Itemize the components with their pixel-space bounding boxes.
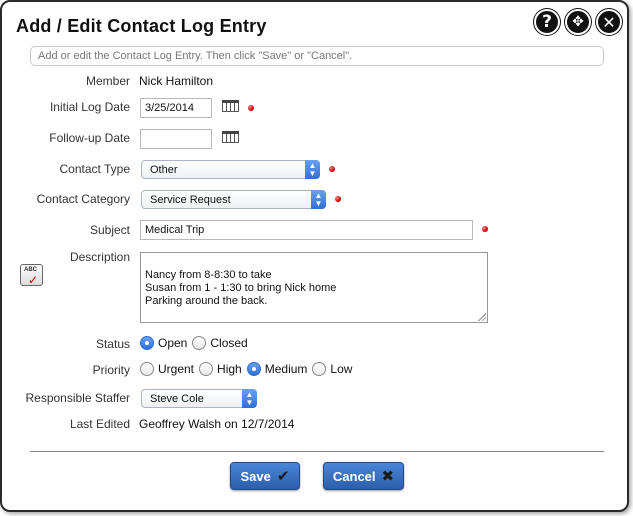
- contact-category-label: Contact Category: [36, 192, 130, 206]
- last-edited-value: Geoffrey Walsh on 12/7/2014: [139, 417, 295, 431]
- priority-option-label: Low: [330, 362, 353, 376]
- radio-unselected-icon[interactable]: [312, 362, 327, 376]
- dialog-controls: ? ✥ ✕: [534, 9, 622, 35]
- status-option-label: Open: [158, 336, 188, 350]
- spellcheck-icon[interactable]: ABC ✓: [20, 264, 43, 287]
- status-option-closed[interactable]: Closed: [192, 336, 248, 350]
- divider: [30, 451, 604, 452]
- select-arrows-icon: ▲ ▼: [242, 389, 257, 408]
- member-value: Nick Hamilton: [139, 74, 214, 88]
- priority-option-high[interactable]: High: [199, 362, 242, 376]
- priority-option-label: High: [217, 362, 242, 376]
- required-indicator-icon: [329, 166, 335, 172]
- select-arrows-icon: ▲ ▼: [305, 160, 320, 179]
- contact-category-select[interactable]: Service Request ▲ ▼: [141, 190, 326, 209]
- radio-unselected-icon[interactable]: [140, 362, 154, 376]
- responsible-staffer-select[interactable]: Steve Cole ▲ ▼: [141, 389, 257, 408]
- priority-option-low[interactable]: Low: [312, 362, 352, 376]
- resize-grip-icon[interactable]: [478, 313, 486, 321]
- contact-type-value: Other: [150, 164, 178, 176]
- radio-selected-icon[interactable]: [140, 336, 154, 350]
- initial-log-date-label: Initial Log Date: [49, 100, 130, 114]
- responsible-staffer-label: Responsible Staffer: [25, 391, 130, 405]
- initial-log-date-field[interactable]: 3/25/2014: [140, 98, 212, 118]
- subject-label: Subject: [89, 223, 130, 237]
- subject-field[interactable]: Medical Trip: [140, 220, 473, 240]
- responsible-staffer-value: Steve Cole: [150, 393, 204, 405]
- status-label: Status: [95, 337, 130, 351]
- priority-option-label: Urgent: [158, 362, 195, 376]
- contact-type-select[interactable]: Other ▲ ▼: [141, 160, 320, 179]
- follow-up-date-label: Follow-up Date: [49, 131, 130, 145]
- priority-radio-group: Urgent High Medium Low: [140, 362, 357, 376]
- move-icon[interactable]: ✥: [565, 9, 591, 35]
- save-button-label: Save: [240, 468, 271, 484]
- radio-selected-icon[interactable]: [246, 362, 261, 376]
- required-indicator-icon: [482, 226, 488, 232]
- last-edited-label: Last Edited: [69, 417, 130, 431]
- description-label: Description: [69, 250, 130, 264]
- contact-log-dialog: Add / Edit Contact Log Entry ? ✥ ✕ Add o…: [0, 0, 629, 512]
- follow-up-date-field[interactable]: [140, 129, 212, 149]
- cancel-button-label: Cancel: [332, 468, 376, 484]
- save-button[interactable]: Save ✔: [230, 462, 300, 490]
- calendar-icon[interactable]: [222, 131, 239, 143]
- member-label: Member: [85, 74, 130, 88]
- description-text: Nancy from 8-8:30 to take Susan from 1 -…: [145, 269, 337, 307]
- dialog-title: Add / Edit Contact Log Entry: [16, 16, 267, 36]
- required-indicator-icon: [335, 196, 341, 202]
- close-icon[interactable]: ✕: [596, 9, 622, 35]
- status-option-label: Closed: [210, 336, 248, 350]
- required-indicator-icon: [248, 105, 254, 111]
- radio-unselected-icon[interactable]: [199, 362, 214, 376]
- radio-unselected-icon[interactable]: [192, 336, 207, 350]
- x-icon: ✖: [381, 468, 395, 485]
- help-icon[interactable]: ?: [534, 9, 560, 35]
- status-radio-group: Open Closed: [140, 336, 253, 350]
- contact-type-label: Contact Type: [59, 162, 131, 176]
- status-option-open[interactable]: Open: [140, 336, 187, 350]
- description-textarea[interactable]: Nancy from 8-8:30 to take Susan from 1 -…: [140, 252, 488, 323]
- instructions-box: Add or edit the Contact Log Entry. Then …: [30, 46, 604, 66]
- checkmark-icon: ✔: [276, 468, 290, 485]
- select-arrows-icon: ▲ ▼: [311, 190, 326, 209]
- priority-label: Priority: [92, 363, 130, 377]
- priority-option-label: Medium: [264, 362, 308, 376]
- contact-category-value: Service Request: [150, 194, 231, 206]
- cancel-button[interactable]: Cancel ✖: [323, 462, 404, 490]
- priority-option-urgent[interactable]: Urgent: [140, 362, 194, 376]
- calendar-icon[interactable]: [222, 100, 239, 112]
- priority-option-medium[interactable]: Medium: [246, 362, 308, 376]
